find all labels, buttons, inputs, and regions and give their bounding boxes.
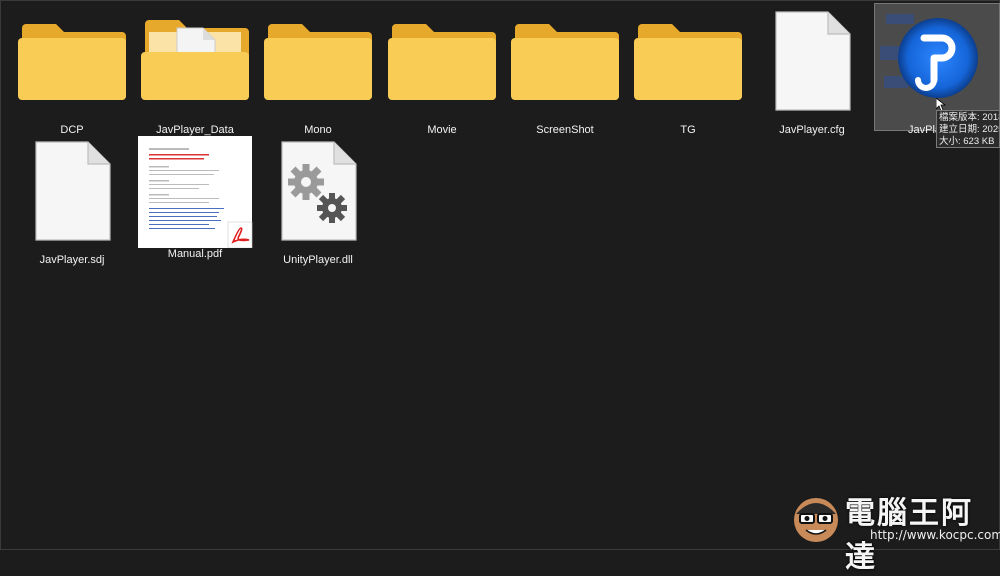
file-label: ScreenShot [536,124,594,136]
file-label: TG [680,124,696,136]
folder-with-file-icon [135,6,255,116]
folder-icon [258,6,378,116]
folder-icon [382,6,502,116]
tooltip-size: 大小: 623 KB [939,136,995,147]
watermark: 電腦王阿達 http://www.kocpc.com.tw [790,488,1000,575]
file-label: Manual.pdf [167,248,223,260]
folder-mono[interactable]: Mono [258,6,378,141]
file-label: JavPlayer.cfg [779,124,845,136]
file-label: JavPlayer.sdj [39,254,105,266]
file-tooltip: 檔案版本: 2018 建立日期: 2025 大小: 623 KB [936,110,1000,148]
blank-file-icon [12,136,132,246]
blank-file-icon [752,6,872,116]
file-javplayer-cfg[interactable]: JavPlayer.cfg [752,6,872,141]
file-manual-pdf[interactable]: Manual.pdf [135,136,255,266]
tooltip-version: 檔案版本: 2018 [939,112,1000,123]
folder-icon [505,6,625,116]
mascot-face-icon [794,498,838,542]
watermark-url: http://www.kocpc.com.tw [870,528,1000,542]
folder-icon [12,6,132,116]
file-label: Mono [304,124,332,136]
folder-dcp[interactable]: DCP [12,6,132,141]
file-unityplayer-dll[interactable]: UnityPlayer.dll [258,136,378,266]
file-label: DCP [60,124,84,136]
file-label: JavPlayer_Data [156,124,234,136]
file-label: Movie [427,124,457,136]
folder-movie[interactable]: Movie [382,6,502,141]
file-javplayer-sdj[interactable]: JavPlayer.sdj [12,136,132,266]
pdf-thumbnail-icon [135,136,255,249]
folder-tg[interactable]: TG [628,6,748,141]
folder-icon [628,6,748,116]
tooltip-date: 建立日期: 2025 [939,124,1000,135]
gears-file-icon [258,136,378,246]
folder-screenshot[interactable]: ScreenShot [505,6,625,141]
folder-javplayer-data[interactable]: JavPlayer_Data [135,6,255,141]
file-label: UnityPlayer.dll [283,254,353,266]
